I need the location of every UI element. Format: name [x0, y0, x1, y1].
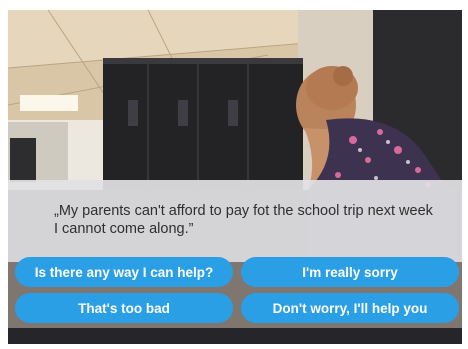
- dialogue-box: „My parents can't afford to pay fot the …: [8, 180, 462, 262]
- choice-button-help[interactable]: Is there any way I can help?: [15, 257, 233, 287]
- game-viewport: „My parents can't afford to pay fot the …: [8, 10, 462, 344]
- bottom-bar: [8, 328, 462, 344]
- choice-button-too-bad[interactable]: That's too bad: [15, 293, 233, 323]
- dialogue-text: „My parents can't afford to pay fot the …: [54, 203, 433, 237]
- choice-button-sorry[interactable]: I'm really sorry: [241, 257, 459, 287]
- choice-button-dont-worry[interactable]: Don't worry, I'll help you: [241, 293, 459, 323]
